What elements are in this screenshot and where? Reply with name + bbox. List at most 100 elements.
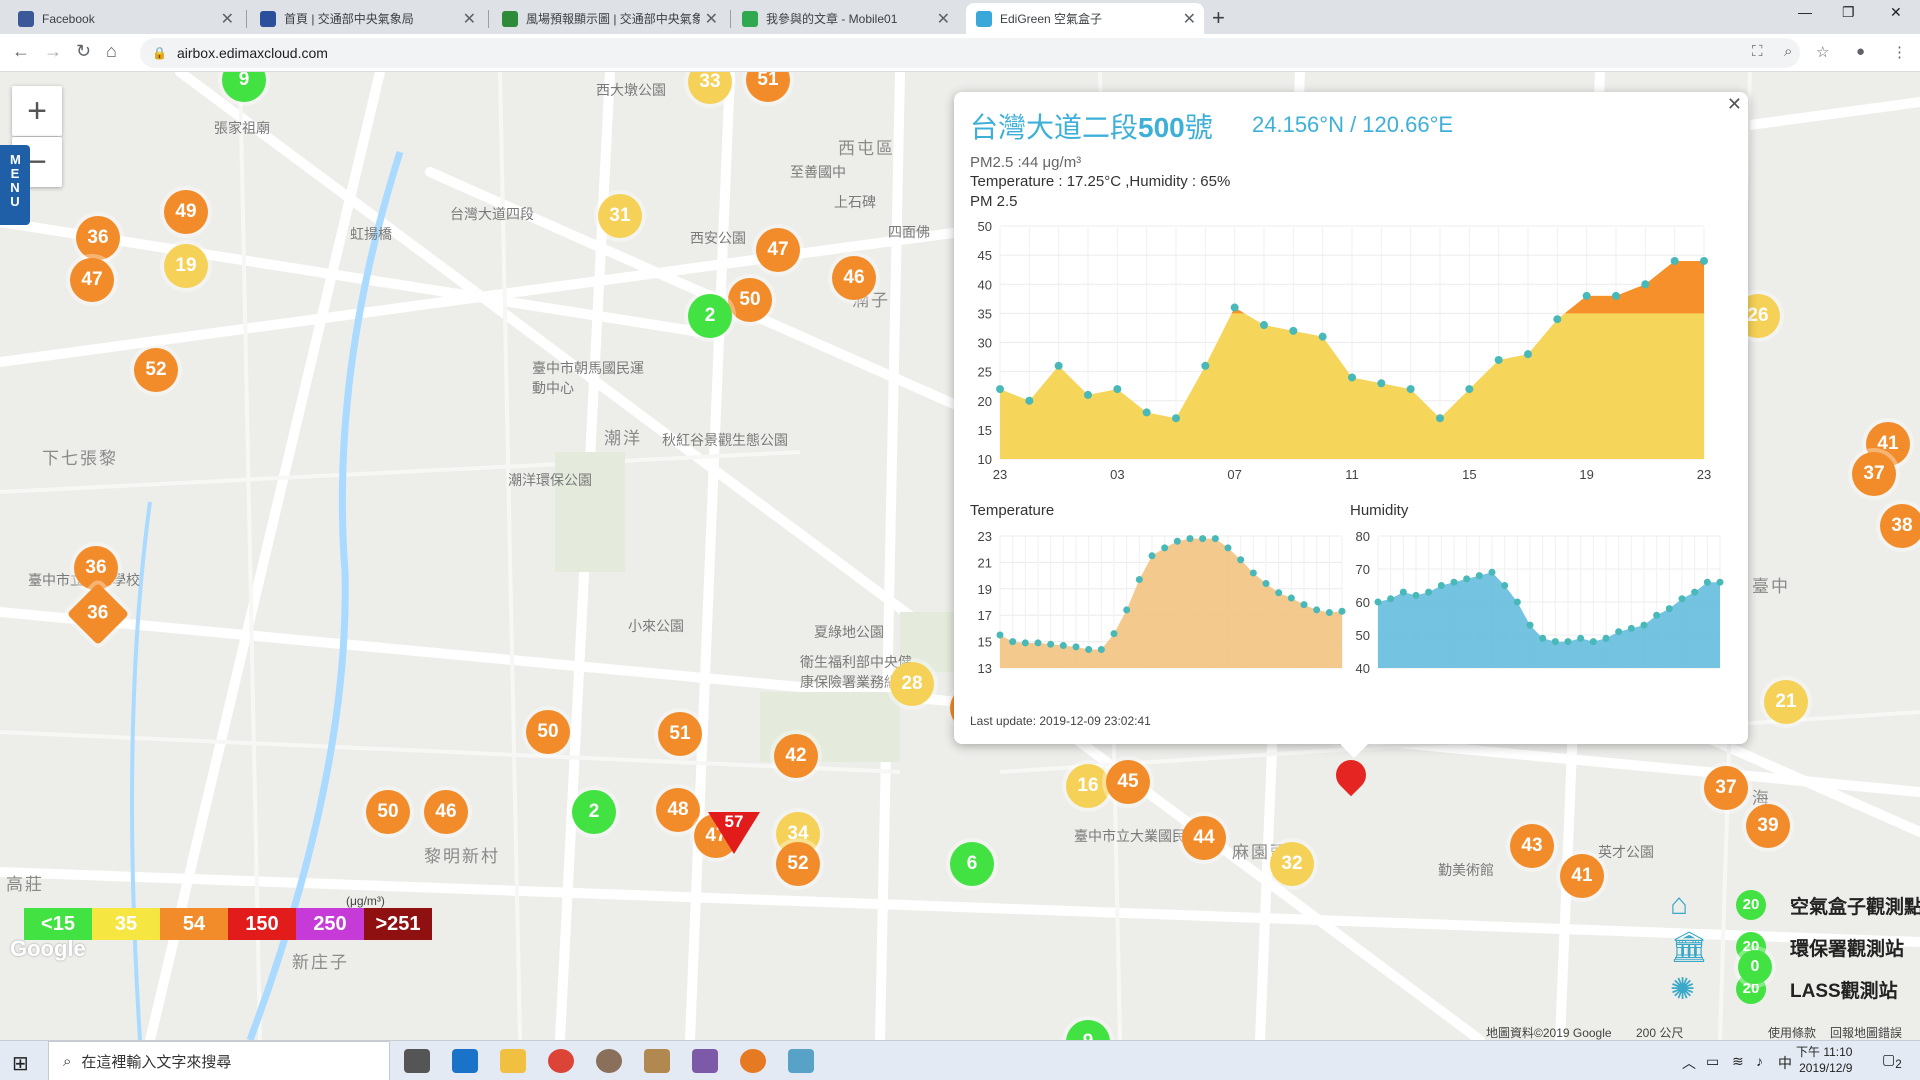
data-point	[1412, 591, 1420, 599]
air-quality-marker[interactable]: 6	[950, 842, 994, 886]
air-quality-marker[interactable]: 38	[1880, 504, 1920, 548]
browser-tab[interactable]: Facebook ✕	[8, 3, 242, 34]
browser-tab[interactable]: 我參與的文章 - Mobile01 ✕	[732, 3, 958, 34]
air-quality-marker[interactable]: 19	[164, 244, 208, 288]
menu-dots-icon[interactable]: ⋮	[1892, 43, 1907, 61]
forward-icon[interactable]: →	[44, 41, 62, 62]
air-quality-marker[interactable]: 52	[134, 348, 178, 392]
app-icon-2[interactable]	[644, 1049, 670, 1073]
profile-icon[interactable]: ●	[1856, 43, 1865, 60]
air-quality-marker[interactable]: 37	[1852, 452, 1896, 496]
data-point	[1488, 568, 1496, 576]
zoom-icon[interactable]: ⌕	[1784, 43, 1792, 60]
notification-icon[interactable]: ▢2	[1882, 1051, 1902, 1071]
volume-icon[interactable]: ♪	[1756, 1053, 1763, 1069]
data-point	[1110, 630, 1118, 638]
tab-close-icon[interactable]: ✕	[705, 9, 718, 29]
reload-icon[interactable]: ↻	[76, 41, 91, 62]
tab-close-icon[interactable]: ✕	[937, 9, 950, 29]
browser-tab[interactable]: 首頁 | 交通部中央氣象局 ✕	[250, 3, 484, 34]
browser-tab[interactable]: EdiGreen 空氣盒子 ✕	[966, 3, 1204, 34]
wifi-icon[interactable]: ≋	[1732, 1053, 1744, 1070]
map-place-label: 秋紅谷景觀生態公園	[662, 432, 788, 448]
new-tab-button[interactable]: +	[1212, 5, 1225, 31]
air-quality-marker[interactable]: 2	[688, 294, 732, 338]
air-quality-marker[interactable]: 52	[776, 842, 820, 886]
battery-icon[interactable]: ▭	[1706, 1053, 1719, 1070]
air-quality-marker[interactable]: 48	[656, 788, 700, 832]
air-quality-marker[interactable]: 42	[774, 734, 818, 778]
air-quality-marker[interactable]: 47	[756, 228, 800, 272]
air-quality-marker[interactable]: 46	[424, 790, 468, 834]
restore-button[interactable]: ❐	[1842, 4, 1855, 21]
map-place-label: 潮洋	[604, 429, 642, 448]
data-point	[1589, 638, 1597, 646]
edge-icon[interactable]	[452, 1049, 478, 1073]
home-icon[interactable]: ⌂	[106, 41, 117, 62]
data-point	[996, 631, 1004, 639]
air-quality-marker[interactable]: 31	[598, 194, 642, 238]
air-quality-marker[interactable]: 2	[572, 790, 616, 834]
tab-title: 我參與的文章 - Mobile01	[766, 12, 898, 26]
chrome-icon[interactable]	[548, 1049, 574, 1073]
file-explorer-icon[interactable]	[500, 1049, 526, 1073]
minimize-button[interactable]: —	[1798, 4, 1812, 20]
air-quality-marker[interactable]: 43	[1510, 824, 1554, 868]
air-quality-marker[interactable]: 47	[70, 258, 114, 302]
windows-taskbar: ⊞ ⌕ 在這裡輸入文字來搜尋 ︿ ▭ ≋ ♪ 中 下午 11:10 2019/1…	[0, 1040, 1920, 1080]
map-place-label: 勤美術館	[1438, 862, 1494, 878]
app-icon-1[interactable]	[596, 1049, 622, 1073]
air-quality-marker[interactable]: 50	[728, 278, 772, 322]
lass-count-badge[interactable]: 0	[1738, 950, 1772, 984]
station-legend-row: ✺ 20 LASS觀測站	[1670, 972, 1910, 1008]
air-quality-marker[interactable]: 49	[164, 190, 208, 234]
report-error-link[interactable]: 回報地圖錯誤	[1830, 1024, 1902, 1041]
task-view-icon[interactable]	[404, 1049, 430, 1073]
data-point	[1260, 321, 1268, 330]
windows-start-icon[interactable]: ⊞	[12, 1051, 29, 1076]
close-window-button[interactable]: ✕	[1890, 4, 1902, 21]
air-quality-marker[interactable]: 44	[1182, 816, 1226, 860]
system-clock[interactable]: 下午 11:10 2019/12/9	[1796, 1044, 1852, 1076]
air-quality-marker[interactable]: 37	[1704, 766, 1748, 810]
menu-tab[interactable]: MENU	[0, 145, 30, 225]
air-quality-marker[interactable]: 41	[1560, 854, 1604, 898]
taskbar-search[interactable]: ⌕ 在這裡輸入文字來搜尋	[48, 1041, 390, 1080]
tab-close-icon[interactable]: ✕	[463, 9, 476, 29]
air-quality-marker[interactable]: 16	[1066, 764, 1110, 808]
browser-tab-bar: Facebook ✕ 首頁 | 交通部中央氣象局 ✕ 風場預報顯示圖 | 交通部中央氣象…	[0, 0, 1920, 34]
tab-title: Facebook	[42, 11, 95, 26]
air-quality-marker[interactable]: 46	[832, 256, 876, 300]
tab-close-icon[interactable]: ✕	[221, 9, 234, 29]
y-tick-label: 70	[1356, 562, 1370, 577]
air-quality-marker[interactable]: 36	[76, 216, 120, 260]
tray-chevron-icon[interactable]: ︿	[1682, 1053, 1696, 1073]
air-quality-marker[interactable]: 39	[1746, 804, 1790, 848]
data-point	[1249, 569, 1257, 577]
air-quality-marker[interactable]: 45	[1106, 760, 1150, 804]
translate-icon[interactable]: ⛶	[1752, 43, 1763, 60]
legend-item: 250	[296, 908, 364, 940]
air-quality-marker[interactable]: 50	[526, 710, 570, 754]
air-quality-marker[interactable]: 28	[890, 662, 934, 706]
data-point	[1612, 291, 1620, 300]
back-icon[interactable]: ←	[12, 41, 30, 62]
browser-tab[interactable]: 風場預報顯示圖 | 交通部中央氣象局 ✕	[492, 3, 726, 34]
terms-link[interactable]: 使用條款	[1768, 1024, 1816, 1041]
y-tick-label: 35	[978, 306, 992, 321]
air-quality-marker[interactable]: 21	[1764, 680, 1808, 724]
air-quality-marker[interactable]: 50	[366, 790, 410, 834]
popup-charts: 10 15 20 25 30 35 40 45 50 23 03 07 11 15 19 23 13 15 17 19…	[978, 219, 1724, 676]
tab-close-icon[interactable]: ✕	[1183, 9, 1196, 29]
air-quality-marker[interactable]: 32	[1270, 842, 1314, 886]
bookmark-star-icon[interactable]: ☆	[1816, 43, 1829, 61]
air-quality-marker[interactable]: 51	[658, 712, 702, 756]
app-icon-4[interactable]	[740, 1049, 766, 1073]
y-tick-label: 40	[1356, 661, 1370, 676]
data-point	[1564, 638, 1572, 646]
zoom-in-button[interactable]: +	[12, 86, 62, 136]
app-icon-3[interactable]	[692, 1049, 718, 1073]
ime-indicator[interactable]: 中	[1778, 1053, 1792, 1073]
app-icon-5[interactable]	[788, 1049, 814, 1073]
address-bar[interactable]: 🔒 airbox.edimaxcloud.com	[140, 38, 1800, 68]
